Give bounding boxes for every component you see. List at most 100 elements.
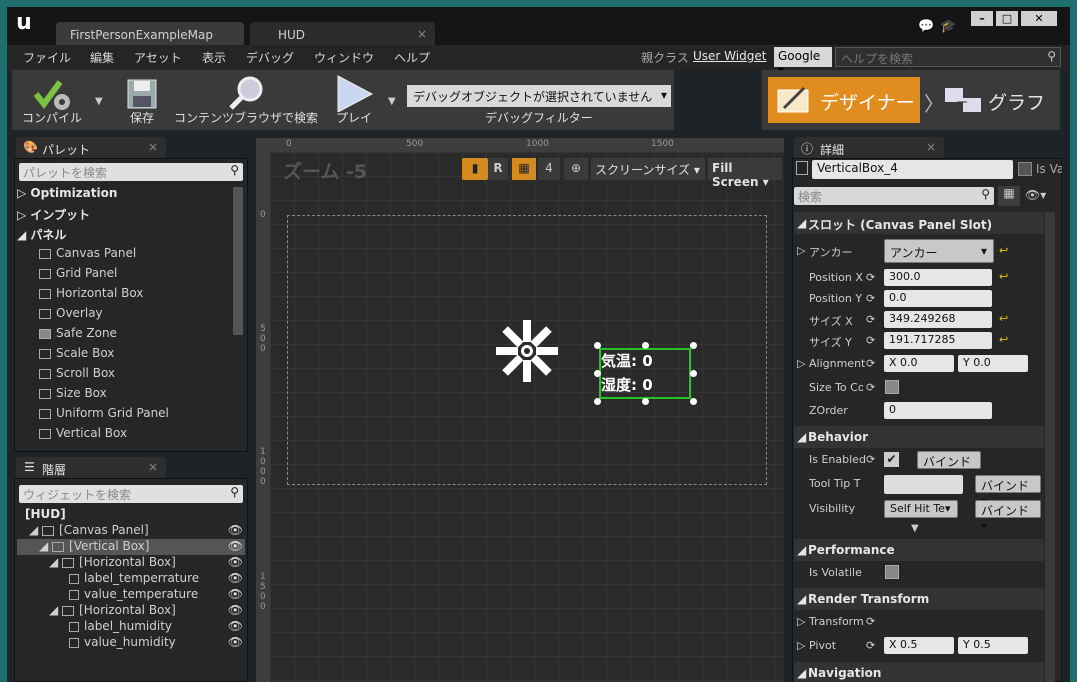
eye-icon[interactable]: 👁 xyxy=(228,539,243,553)
tab-hud[interactable]: HUD × xyxy=(250,22,435,46)
menu-file[interactable]: ファイル xyxy=(23,49,71,66)
category-optimization[interactable]: ▷ Optimization xyxy=(17,186,231,206)
close-icon[interactable]: × xyxy=(148,460,158,474)
screen-size-select[interactable]: スクリーンサイズ ▾ xyxy=(591,158,705,180)
tooltip-input[interactable] xyxy=(884,475,963,494)
resize-handle[interactable] xyxy=(690,370,697,377)
learn-icon[interactable]: 🎓 xyxy=(940,19,956,34)
bind-icon[interactable]: ⟳ xyxy=(866,639,875,652)
menu-debug[interactable]: デバッグ xyxy=(246,49,294,66)
alignment-x-input[interactable]: X 0.0 xyxy=(884,355,954,372)
resize-handle[interactable] xyxy=(594,398,601,405)
palette-item-scroll-box[interactable]: Scroll Box xyxy=(17,366,231,386)
eye-icon[interactable]: 👁 xyxy=(228,523,243,537)
details-search-input[interactable]: 検索 ⚲ xyxy=(794,187,994,205)
palette-item-horizontal-box[interactable]: Horizontal Box xyxy=(17,286,231,306)
resize-handle[interactable] xyxy=(594,342,601,349)
size-to-content-checkbox[interactable] xyxy=(885,380,899,394)
close-icon[interactable]: × xyxy=(148,140,158,154)
property-matrix-icon[interactable]: ▦ xyxy=(998,186,1020,206)
bind-icon[interactable]: ⟳ xyxy=(866,381,875,394)
eye-icon[interactable]: 👁 xyxy=(228,571,243,585)
tab-palette[interactable]: 🎨 パレット × xyxy=(16,137,166,159)
reset-arrow-icon[interactable]: ↩ xyxy=(999,244,1008,257)
graph-mode-button[interactable]: グラフ xyxy=(940,77,1056,123)
tab-map[interactable]: FirstPersonExampleMap xyxy=(56,22,244,46)
bind-icon[interactable]: ⟳ xyxy=(866,271,875,284)
menu-edit[interactable]: 編集 xyxy=(90,49,114,66)
designer-mode-button[interactable]: デザイナー xyxy=(768,77,920,123)
bind-icon[interactable]: ⟳ xyxy=(866,357,875,370)
play-options-chevron-icon[interactable]: ▼ xyxy=(388,96,396,107)
tab-details[interactable]: ⓘ 詳細 × xyxy=(794,137,944,159)
close-icon[interactable]: × xyxy=(926,140,936,154)
compile-button[interactable]: コンパイル xyxy=(16,72,88,128)
resize-handle[interactable] xyxy=(594,370,601,377)
expand-advanced-icon[interactable]: ▼ xyxy=(911,523,919,534)
fill-screen-select[interactable]: Fill Screen ▾ xyxy=(708,158,782,189)
palette-search-input[interactable]: パレットを検索 ⚲ xyxy=(19,163,243,181)
tree-item-horizontal-box-2[interactable]: ◢ [Horizontal Box] 👁 xyxy=(17,603,245,619)
category-panel[interactable]: ◢ パネル xyxy=(17,226,231,246)
eye-icon[interactable]: 👁 xyxy=(228,555,243,569)
bind-icon[interactable]: ⟳ xyxy=(866,615,875,628)
compile-options-chevron-icon[interactable]: ▼ xyxy=(95,96,103,107)
close-icon[interactable]: × xyxy=(417,27,427,41)
category-input[interactable]: ▷ インプット xyxy=(17,206,231,226)
eye-icon[interactable]: 👁 xyxy=(228,587,243,601)
widget-name-input[interactable]: VerticalBox_4 xyxy=(812,160,1013,179)
eye-icon[interactable]: 👁▾ xyxy=(1025,188,1046,202)
eye-icon[interactable]: 👁 xyxy=(228,603,243,617)
chevron-right-icon[interactable]: ▷ xyxy=(797,615,805,628)
menu-view[interactable]: 表示 xyxy=(202,49,226,66)
bind-dropdown[interactable]: バインド▾ xyxy=(975,475,1041,508)
anchor-select[interactable]: アンカー ▾ xyxy=(884,239,994,263)
menu-help[interactable]: ヘルプ xyxy=(394,49,430,66)
eye-icon[interactable]: 👁 xyxy=(228,635,243,649)
menu-asset[interactable]: アセット xyxy=(134,49,182,66)
reset-arrow-icon[interactable]: ↩ xyxy=(999,270,1008,283)
palette-scrollbar[interactable] xyxy=(233,187,243,335)
feedback-icon[interactable]: 💬 xyxy=(918,19,934,34)
tree-item-label-temperature[interactable]: label_temperrature 👁 xyxy=(17,571,245,587)
grid-snap-icon[interactable]: ▦ xyxy=(512,158,536,180)
visibility-select[interactable]: Self Hit Te▾ xyxy=(884,500,958,518)
bind-icon[interactable]: ⟳ xyxy=(866,313,875,326)
section-slot[interactable]: ◢ スロット (Canvas Panel Slot) xyxy=(794,212,1044,234)
search-engine-select[interactable]: Google ▾ xyxy=(774,47,832,77)
tree-item-horizontal-box[interactable]: ◢ [Horizontal Box] 👁 xyxy=(17,555,245,571)
is-variable-checkbox[interactable] xyxy=(1018,162,1032,176)
tree-item-hud[interactable]: [HUD] xyxy=(17,507,245,523)
size-x-input[interactable]: 349.249268 xyxy=(884,311,992,328)
bind-icon[interactable]: ⟳ xyxy=(866,292,875,305)
flow-direction-button[interactable]: ▮ xyxy=(462,158,488,180)
palette-item-overlay[interactable]: Overlay xyxy=(17,306,231,326)
reset-arrow-icon[interactable]: ↩ xyxy=(999,333,1008,346)
pivot-x-input[interactable]: X 0.5 xyxy=(884,637,954,654)
parent-class-link[interactable]: User Widget xyxy=(693,49,766,63)
alignment-y-input[interactable]: Y 0.0 xyxy=(958,355,1028,372)
resize-handle[interactable] xyxy=(690,342,697,349)
play-button[interactable]: プレイ xyxy=(330,72,378,128)
chevron-right-icon[interactable]: ▷ xyxy=(797,244,805,257)
save-button[interactable]: 保存 xyxy=(122,72,162,128)
tree-item-value-humidity[interactable]: value_humidity 👁 xyxy=(17,635,245,651)
minimize-button[interactable]: – xyxy=(971,11,993,26)
is-enabled-checkbox[interactable]: ✔ xyxy=(884,452,899,467)
palette-item-grid-panel[interactable]: Grid Panel xyxy=(17,266,231,286)
is-volatile-checkbox[interactable] xyxy=(885,565,899,579)
help-search-input[interactable]: ヘルプを検索 ⚲ xyxy=(835,47,1061,67)
localize-icon[interactable]: ⊕ xyxy=(564,158,588,180)
chevron-right-icon[interactable]: ▷ xyxy=(797,639,805,652)
bind-icon[interactable]: ⟳ xyxy=(866,453,875,466)
tree-item-canvas-panel[interactable]: ◢ [Canvas Panel] 👁 xyxy=(17,523,245,539)
resize-handle[interactable] xyxy=(690,398,697,405)
tab-hierarchy[interactable]: ☰ 階層 × xyxy=(16,457,166,479)
debug-object-select[interactable]: デバッグオブジェクトが選択されていません ▾ xyxy=(407,85,671,107)
position-x-input[interactable]: 300.0 xyxy=(884,269,992,286)
palette-item-canvas-panel[interactable]: Canvas Panel xyxy=(17,246,231,266)
eye-icon[interactable]: 👁 xyxy=(228,619,243,633)
tree-item-label-humidity[interactable]: label_humidity 👁 xyxy=(17,619,245,635)
resize-handle[interactable] xyxy=(642,342,649,349)
palette-item-safe-zone[interactable]: Safe Zone xyxy=(17,326,231,346)
